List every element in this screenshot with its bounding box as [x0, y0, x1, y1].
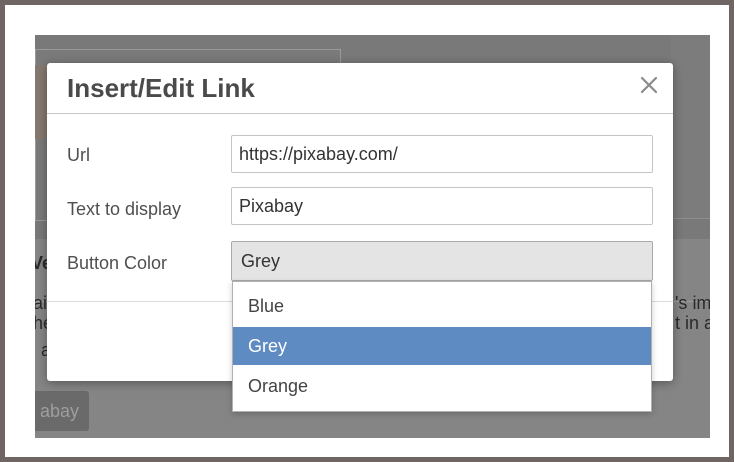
dialog-header: Insert/Edit Link [47, 63, 673, 114]
url-label: Url [67, 145, 90, 165]
screenshot-frame: Ve ai he a 's im t in a abay Insert/Edit… [5, 5, 729, 457]
option-blue[interactable]: Blue [233, 287, 651, 325]
text-to-display-label: Text to display [67, 199, 182, 219]
button-color-dropdown: Blue Grey Orange [232, 281, 652, 412]
option-orange[interactable]: Orange [233, 367, 651, 405]
button-color-label: Button Color [67, 253, 168, 273]
url-input[interactable] [231, 135, 653, 173]
text-to-display-input[interactable] [231, 187, 653, 225]
close-icon [640, 76, 658, 94]
option-grey[interactable]: Grey [233, 327, 651, 365]
button-color-select[interactable]: Grey [231, 241, 653, 281]
background-text: 's im [675, 293, 710, 313]
background-text: ai [35, 293, 48, 313]
background-text: t in a [675, 313, 710, 333]
dialog-title: Insert/Edit Link [67, 73, 255, 103]
close-button[interactable] [637, 73, 661, 97]
background-button: abay [35, 391, 89, 431]
background-side-box [671, 35, 710, 219]
